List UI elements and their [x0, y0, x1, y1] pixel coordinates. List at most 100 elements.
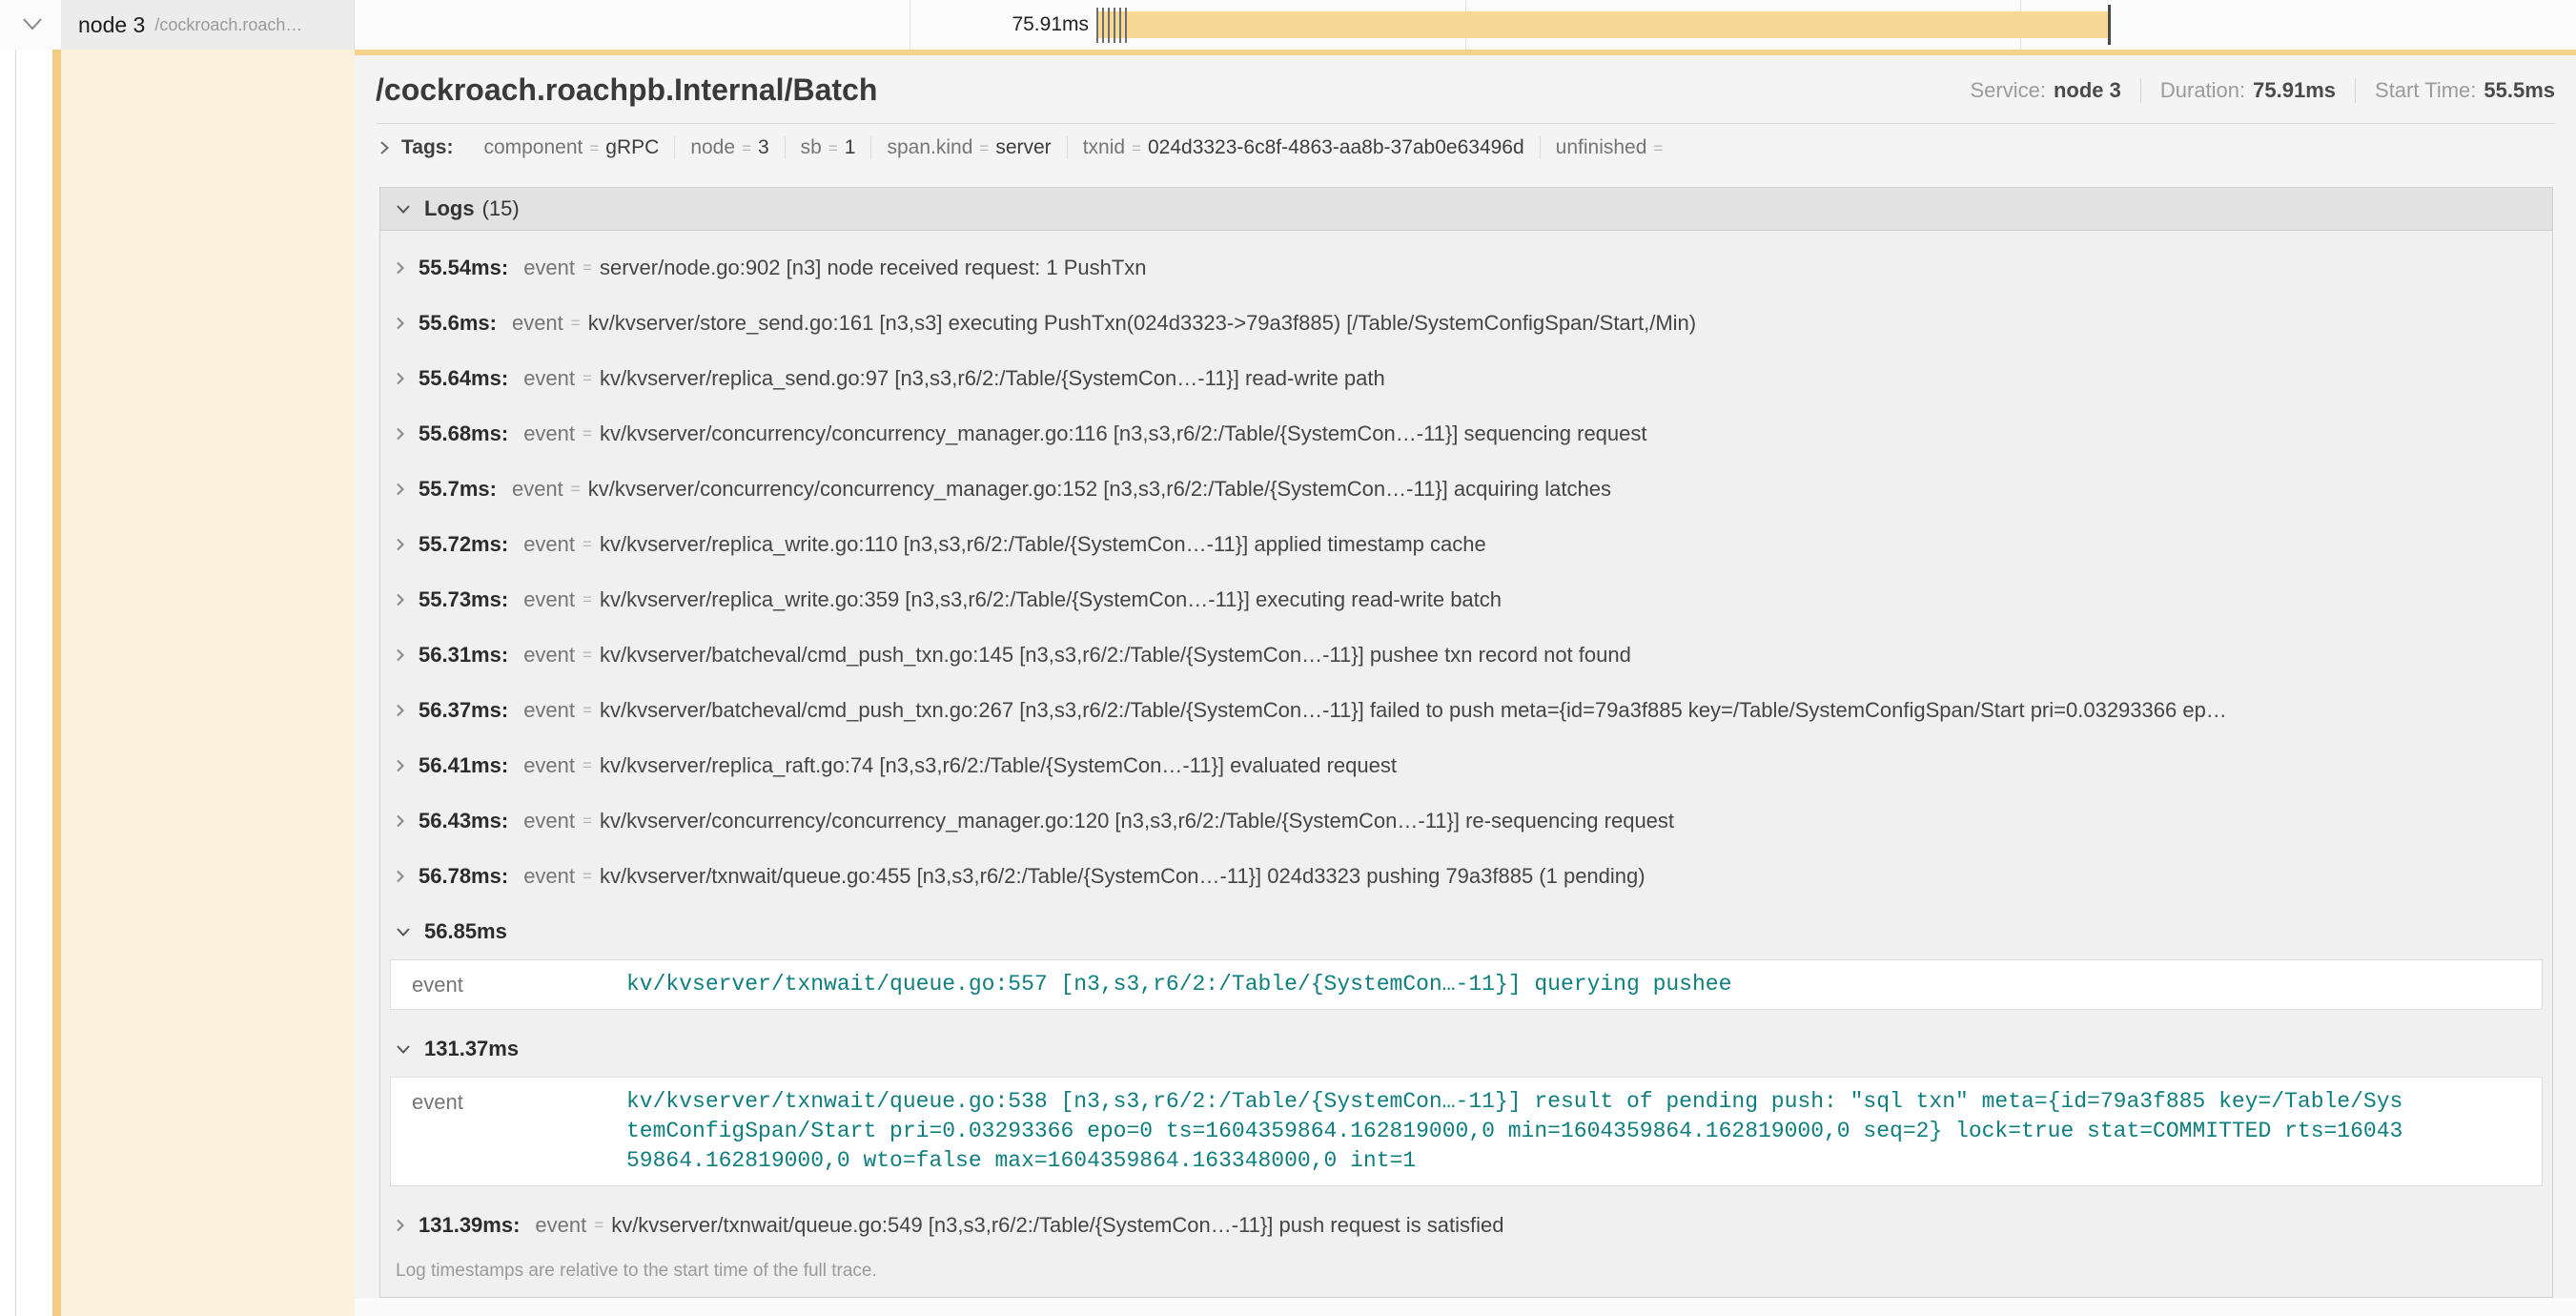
chevron-right-icon: [396, 813, 405, 829]
log-timestamp: 56.85ms: [424, 919, 507, 944]
equals-sign: =: [979, 139, 989, 158]
logs-body: 55.54ms: event = server/node.go:902 [n3]…: [380, 231, 2552, 1297]
log-expanded-header[interactable]: 131.37ms: [380, 1021, 2552, 1077]
log-timestamp: 56.78ms:: [419, 864, 508, 889]
log-timestamp: 55.54ms:: [419, 256, 508, 280]
panel-bottom-spacer: [355, 1298, 2576, 1316]
log-row[interactable]: 55.73ms: event = kv/kvserver/replica_wri…: [380, 572, 2552, 627]
equals-sign: =: [1132, 139, 1141, 158]
tag-item[interactable]: component = gRPC: [468, 136, 674, 159]
equals-sign: =: [583, 812, 592, 831]
log-key: event: [523, 587, 575, 612]
log-timestamp: 55.68ms:: [419, 422, 508, 446]
timeline-viewport[interactable]: 75.91ms: [355, 0, 2576, 50]
tag-item[interactable]: sb = 1: [785, 136, 871, 159]
meta-service: Service: node 3: [1970, 78, 2120, 103]
log-key: event: [523, 864, 575, 889]
left-gutter-divider: [15, 0, 16, 1316]
log-message: kv/kvserver/replica_write.go:359 [n3,s3,…: [600, 587, 1502, 612]
log-marker: [1119, 8, 1121, 43]
equals-sign: =: [583, 535, 592, 554]
tag-item[interactable]: node = 3: [674, 136, 784, 159]
log-expanded-header[interactable]: 56.85ms: [380, 904, 2552, 959]
span-detail-meta: Service: node 3 Duration: 75.91ms Start …: [1970, 78, 2555, 103]
chevron-right-icon: [396, 260, 405, 276]
chevron-down-icon: [396, 927, 411, 937]
log-key: event: [523, 366, 575, 391]
logs-section: Logs (15) 55.54ms: event = server/node.g…: [379, 187, 2553, 1298]
span-tree-column: [61, 50, 355, 1316]
log-marker: [1114, 8, 1115, 43]
equals-sign: =: [1653, 139, 1663, 158]
log-key: event: [523, 698, 575, 723]
equals-sign: =: [583, 590, 592, 609]
log-message: kv/kvserver/concurrency/concurrency_mana…: [600, 809, 1674, 833]
log-row[interactable]: 56.31ms: event = kv/kvserver/batcheval/c…: [380, 627, 2552, 683]
span-bar[interactable]: [1098, 11, 2110, 38]
equals-sign: =: [571, 480, 581, 499]
log-message: kv/kvserver/batcheval/cmd_push_txn.go:14…: [600, 643, 1631, 668]
log-row[interactable]: 56.78ms: event = kv/kvserver/txnwait/que…: [380, 849, 2552, 904]
log-marker: [1108, 8, 1110, 43]
log-timestamp: 55.7ms:: [419, 477, 497, 502]
log-row[interactable]: 55.54ms: event = server/node.go:902 [n3]…: [380, 240, 2552, 296]
tag-key: unfinished: [1556, 136, 1647, 159]
log-row[interactable]: 56.41ms: event = kv/kvserver/replica_raf…: [380, 738, 2552, 793]
tag-key: component: [483, 136, 583, 159]
log-timestamp: 131.37ms: [424, 1037, 519, 1061]
log-timestamp: 55.73ms:: [419, 587, 508, 612]
meta-duration: Duration: 75.91ms: [2140, 78, 2336, 103]
log-message: kv/kvserver/concurrency/concurrency_mana…: [600, 422, 1647, 446]
log-row[interactable]: 55.68ms: event = kv/kvserver/concurrency…: [380, 406, 2552, 462]
tags-toggle[interactable]: Tags:: [379, 136, 468, 159]
log-key: event: [512, 311, 563, 336]
tag-value: 3: [758, 136, 769, 159]
tag-item[interactable]: unfinished =: [1540, 136, 1686, 159]
span-operation-name: /cockroach.roach…: [154, 15, 302, 35]
chevron-down-icon: [396, 204, 411, 215]
log-row[interactable]: 56.43ms: event = kv/kvserver/concurrency…: [380, 793, 2552, 849]
tag-item[interactable]: txnid = 024d3323-6c8f-4863-aa8b-37ab0e63…: [1067, 136, 1540, 159]
equals-sign: =: [583, 701, 592, 720]
chevron-right-icon: [396, 316, 405, 331]
tag-key: node: [690, 136, 735, 159]
chevron-right-icon: [396, 758, 405, 773]
log-row[interactable]: 131.39ms: event = kv/kvserver/txnwait/qu…: [380, 1198, 2552, 1253]
tag-value: 1: [845, 136, 856, 159]
logs-count: (15): [482, 196, 520, 221]
log-marker: [1096, 8, 1098, 43]
log-timestamp: 55.72ms:: [419, 532, 508, 557]
log-key: event: [523, 422, 575, 446]
equals-sign: =: [583, 369, 592, 388]
log-key: event: [523, 532, 575, 557]
log-timestamp: 56.43ms:: [419, 809, 508, 833]
chevron-right-icon: [396, 869, 405, 884]
tag-key: sb: [801, 136, 822, 159]
tags-row: Tags: component = gRPC node = 3 sb = 1 s…: [355, 124, 2576, 172]
log-key: event: [523, 809, 575, 833]
log-row[interactable]: 55.6ms: event = kv/kvserver/store_send.g…: [380, 296, 2552, 351]
log-key: event: [535, 1213, 586, 1238]
chevron-down-icon[interactable]: [21, 14, 44, 33]
tag-item[interactable]: span.kind = server: [870, 136, 1066, 159]
log-row[interactable]: 55.7ms: event = kv/kvserver/concurrency/…: [380, 462, 2552, 517]
log-timestamp: 55.6ms:: [419, 311, 497, 336]
log-key: event: [412, 1087, 626, 1176]
log-message: kv/kvserver/replica_raft.go:74 [n3,s3,r6…: [600, 753, 1397, 778]
span-duration-label: 75.91ms: [355, 0, 1089, 50]
log-value: kv/kvserver/txnwait/queue.go:538 [n3,s3,…: [626, 1087, 2404, 1176]
tag-key: span.kind: [887, 136, 972, 159]
log-row[interactable]: 55.64ms: event = kv/kvserver/replica_sen…: [380, 351, 2552, 406]
log-message: kv/kvserver/txnwait/queue.go:455 [n3,s3,…: [600, 864, 1646, 889]
log-row[interactable]: 56.37ms: event = kv/kvserver/batcheval/c…: [380, 683, 2552, 738]
span-name-cell[interactable]: node 3 /cockroach.roach…: [61, 0, 355, 50]
logs-header[interactable]: Logs (15): [380, 188, 2552, 231]
log-entry-expanded: 56.85ms event kv/kvserver/txnwait/queue.…: [380, 904, 2552, 1010]
log-key: event: [523, 753, 575, 778]
tag-value: 024d3323-6c8f-4863-aa8b-37ab0e63496d: [1148, 136, 1524, 159]
tag-value: gRPC: [605, 136, 659, 159]
log-row[interactable]: 55.72ms: event = kv/kvserver/replica_wri…: [380, 517, 2552, 572]
log-marker-end: [2108, 5, 2111, 45]
span-color-accent-bar: [52, 0, 61, 1316]
chevron-right-icon: [396, 426, 405, 442]
